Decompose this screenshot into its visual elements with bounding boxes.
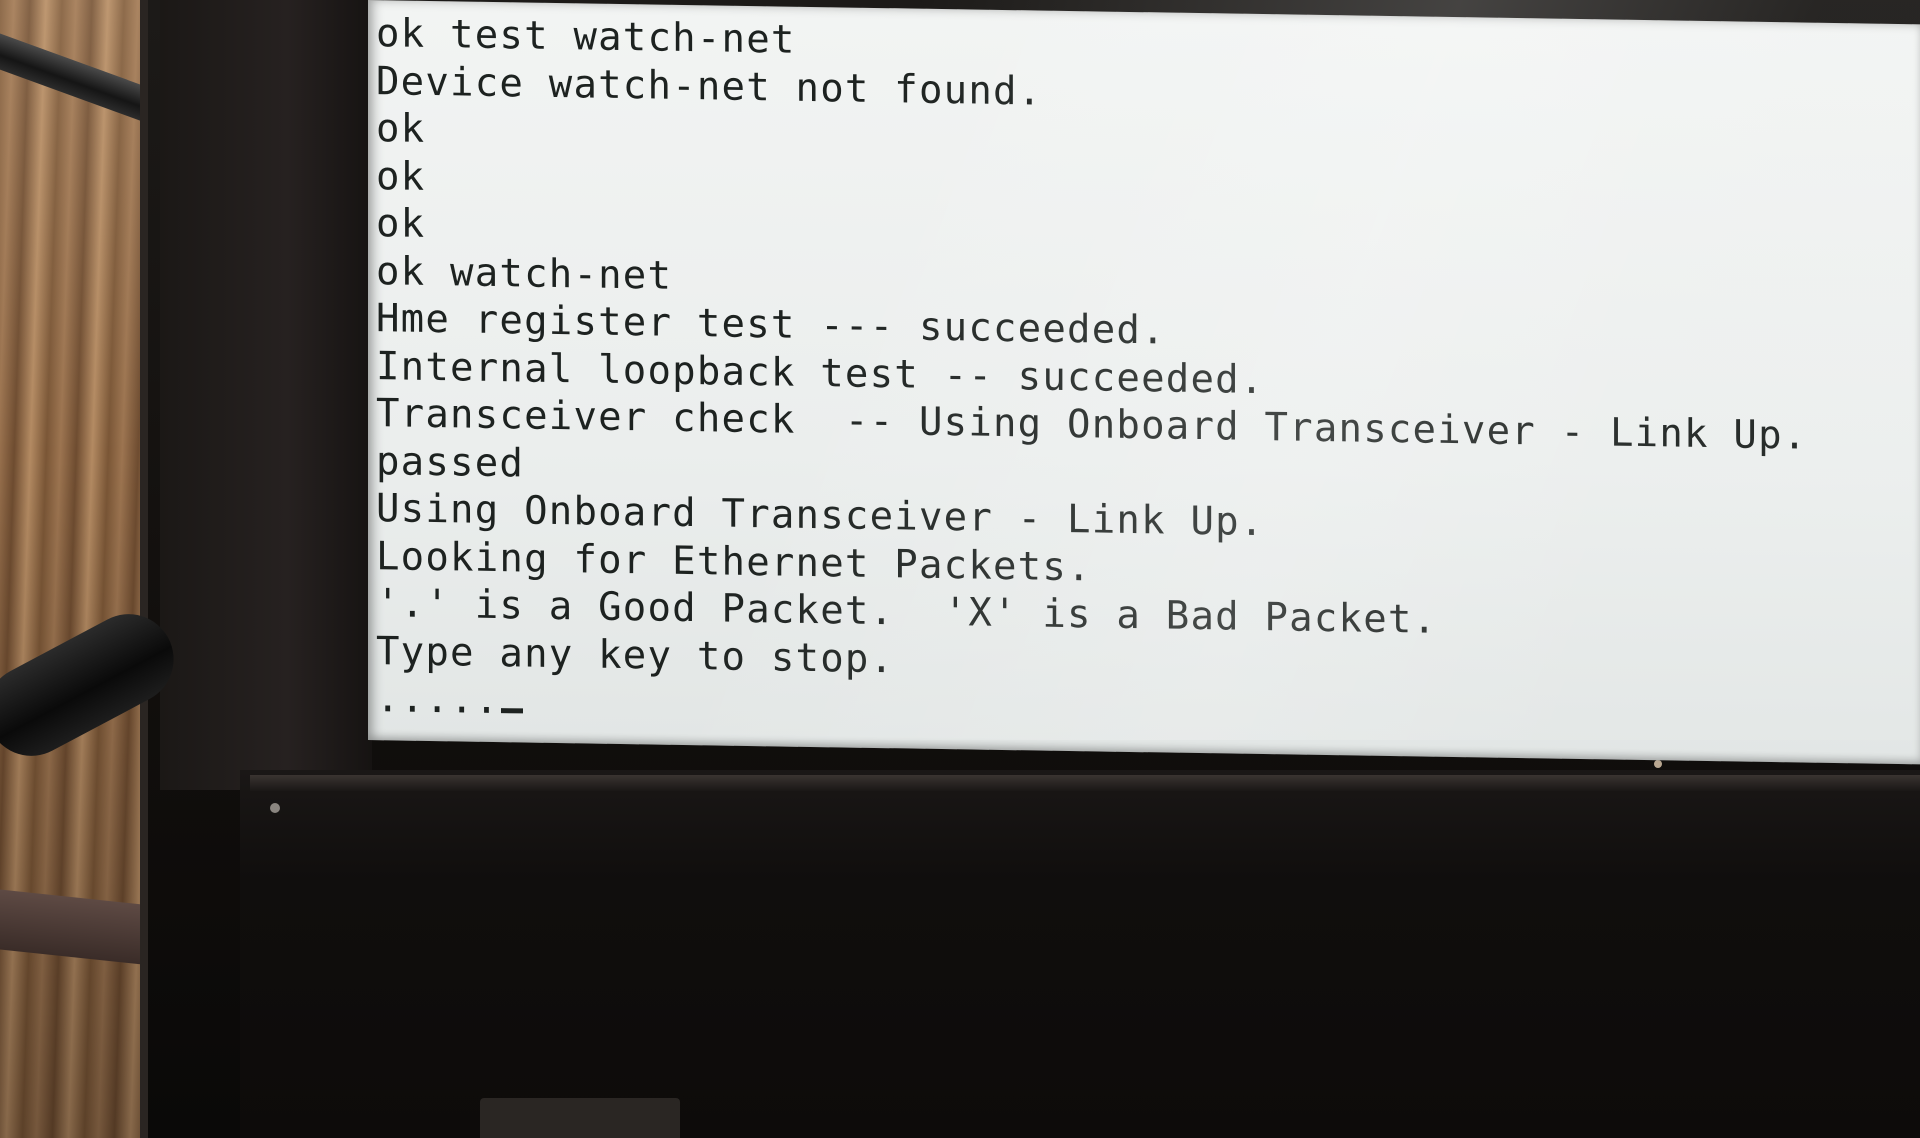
bezel-screw-dot xyxy=(270,803,280,813)
bezel-left-edge xyxy=(160,0,372,790)
photo-scene: ok test watch-net Device watch-net not f… xyxy=(0,0,1920,1138)
bezel-ledge xyxy=(250,775,1920,791)
terminal-output[interactable]: ok test watch-net Device watch-net not f… xyxy=(376,10,1896,746)
laptop-screen: ok test watch-net Device watch-net not f… xyxy=(368,0,1920,765)
bezel-bottom xyxy=(240,770,1920,1138)
bezel-dust-dot xyxy=(1654,760,1662,768)
packet-dots: ..... xyxy=(376,676,500,724)
text-cursor xyxy=(501,708,524,714)
laptop-hinge xyxy=(480,1098,680,1138)
